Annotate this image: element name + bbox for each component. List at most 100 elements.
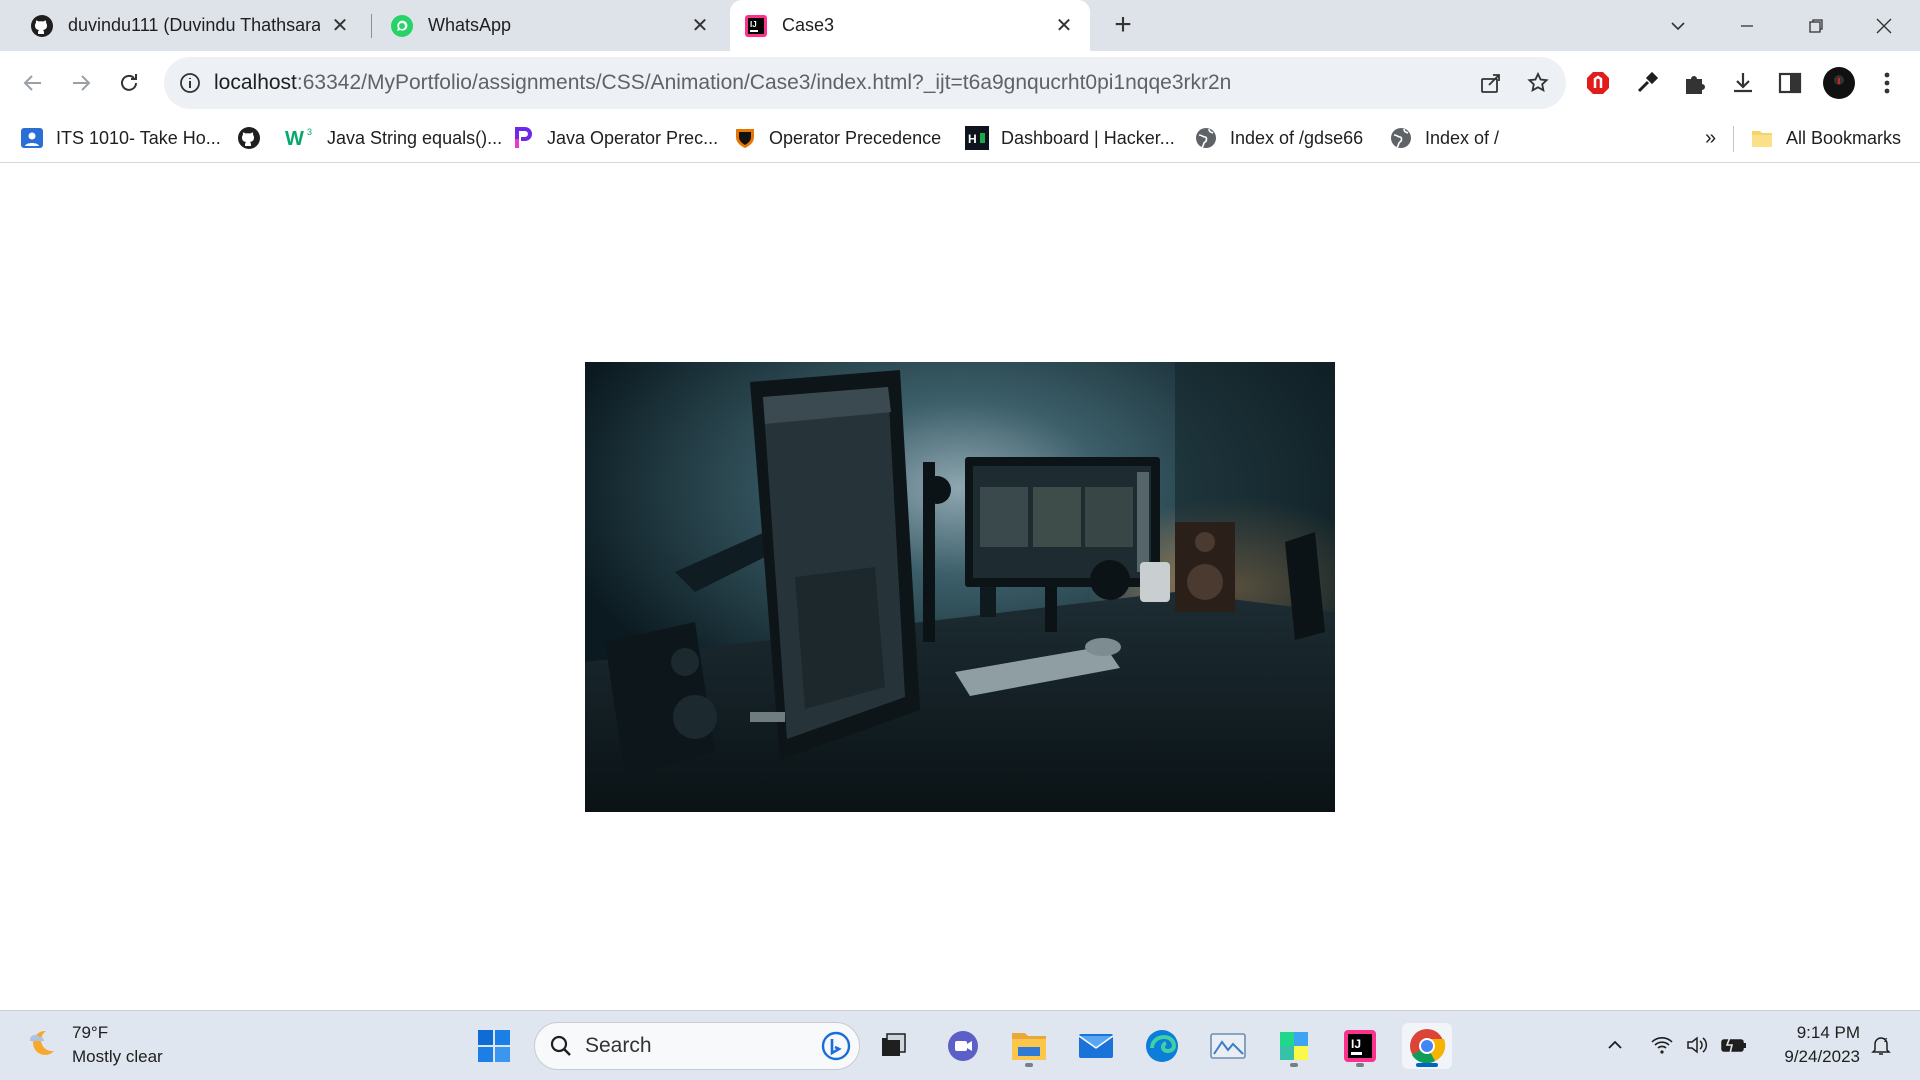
close-icon[interactable]: ✕ <box>1052 14 1076 38</box>
close-window-button[interactable] <box>1866 8 1902 44</box>
weather-temp: 79°F <box>72 1023 109 1042</box>
hackerrank-icon: H <box>965 126 989 150</box>
bookmark-github[interactable] <box>237 124 273 152</box>
eyedropper-extension-icon[interactable] <box>1628 64 1666 102</box>
bookmark-label: Operator Precedence <box>769 127 942 148</box>
url-text[interactable]: localhost:63342/MyPortfolio/assignments/… <box>214 71 1231 95</box>
princeton-icon <box>733 126 757 150</box>
bookmark-label: Index of / <box>1425 127 1500 148</box>
tab-strip: duvindu111 (Duvindu Thathsara) ✕ WhatsAp… <box>0 0 1920 51</box>
tab-divider <box>371 14 372 38</box>
close-icon[interactable]: ✕ <box>688 14 712 38</box>
site-info-icon[interactable] <box>178 71 202 95</box>
bookmark-label: Dashboard | Hacker... <box>1001 127 1175 148</box>
bookmark-index-root[interactable]: Index of / <box>1389 124 1499 152</box>
close-icon[interactable]: ✕ <box>328 14 352 38</box>
weather-description: Mostly clear <box>72 1047 163 1066</box>
bookmarks-divider <box>1733 126 1734 152</box>
browser-toolbar: localhost:63342/MyPortfolio/assignments/… <box>0 51 1920 114</box>
file-explorer-icon[interactable] <box>1006 1023 1052 1069</box>
running-indicator <box>1290 1063 1298 1067</box>
minimize-button[interactable] <box>1729 8 1765 44</box>
github-icon <box>30 14 54 38</box>
extensions-puzzle-icon[interactable] <box>1676 64 1714 102</box>
task-view-icon[interactable] <box>871 1023 917 1069</box>
search-icon <box>549 1034 573 1058</box>
teams-icon <box>20 126 44 150</box>
volume-icon[interactable] <box>1683 1027 1711 1063</box>
adblock-extension-icon[interactable] <box>1579 64 1617 102</box>
url-host: localhost <box>214 71 297 94</box>
taskbar-search[interactable]: Search <box>534 1022 860 1070</box>
globe-icon <box>1194 126 1218 150</box>
wifi-icon[interactable] <box>1648 1027 1676 1063</box>
weather-widget[interactable]: 79°F Mostly clear <box>24 1021 163 1069</box>
battery-icon[interactable] <box>1718 1027 1750 1063</box>
svg-text:IJ: IJ <box>1351 1037 1361 1051</box>
notification-bell-icon[interactable]: z <box>1866 1027 1896 1063</box>
svg-text:3: 3 <box>307 127 312 137</box>
start-button[interactable] <box>471 1023 517 1069</box>
all-bookmarks-label: All Bookmarks <box>1786 127 1902 148</box>
bookmarks-overflow-button[interactable]: » <box>1705 124 1716 152</box>
intellij-icon: IJ <box>744 14 768 38</box>
taskbar-clock[interactable]: 9:14 PM 9/24/2023 <box>1760 1021 1860 1069</box>
reload-button[interactable] <box>109 63 149 103</box>
active-indicator <box>1416 1063 1438 1067</box>
bookmark-its1010[interactable]: ITS 1010- Take Ho... <box>20 124 221 152</box>
bookmark-label: Java Operator Prec... <box>547 127 719 148</box>
forward-button[interactable] <box>61 63 101 103</box>
share-icon[interactable] <box>1472 64 1510 102</box>
whatsapp-icon <box>390 14 414 38</box>
bookmark-index-gdse66[interactable]: Index of /gdse66 <box>1194 124 1363 152</box>
page-content <box>0 164 1920 1010</box>
search-placeholder: Search <box>585 1034 652 1057</box>
bookmark-operator-precedence[interactable]: Operator Precedence <box>733 124 941 152</box>
clock-time: 9:14 PM <box>1796 1023 1860 1042</box>
browser-menu-icon[interactable] <box>1868 64 1906 102</box>
svg-text:H: H <box>968 132 977 146</box>
back-button[interactable] <box>13 63 53 103</box>
teams-chat-icon[interactable] <box>940 1023 986 1069</box>
bookmark-java-operator-prec[interactable]: Java Operator Prec... <box>511 124 718 152</box>
overflow-chevron-icon: » <box>1705 126 1717 149</box>
tab-title: duvindu111 (Duvindu Thathsara) <box>68 15 320 35</box>
photos-app-icon[interactable] <box>1205 1023 1251 1069</box>
svg-text:z: z <box>1884 1037 1888 1044</box>
new-tab-button[interactable]: + <box>1108 10 1138 41</box>
tab-case3[interactable]: IJ Case3 ✕ <box>730 0 1090 51</box>
side-panel-icon[interactable] <box>1771 64 1809 102</box>
bookmark-java-string-equals[interactable]: W3 Java String equals()... <box>285 124 502 152</box>
pycharm-icon[interactable] <box>1271 1023 1317 1069</box>
bookmarks-bar: ITS 1010- Take Ho... W3 Java String equa… <box>0 114 1920 163</box>
running-indicator <box>1025 1063 1033 1067</box>
tab-whatsapp[interactable]: WhatsApp ✕ <box>376 0 726 51</box>
tab-github[interactable]: duvindu111 (Duvindu Thathsara) ✕ <box>16 0 366 51</box>
svg-text:IJ: IJ <box>750 20 757 29</box>
github-icon <box>237 126 261 150</box>
folder-icon <box>1750 126 1774 150</box>
taskbar: 79°F Mostly clear Search IJ 9:14 PM 9/24… <box>0 1010 1920 1080</box>
bing-icon <box>821 1031 851 1061</box>
running-indicator <box>1356 1063 1364 1067</box>
weather-moon-icon <box>24 1025 60 1066</box>
tab-title: Case3 <box>782 15 835 35</box>
chrome-taskbar-icon[interactable] <box>1402 1023 1452 1069</box>
restore-button[interactable] <box>1798 8 1834 44</box>
mail-icon[interactable] <box>1073 1023 1119 1069</box>
svg-text:W: W <box>285 128 304 150</box>
url-path: :63342/MyPortfolio/assignments/CSS/Anima… <box>296 71 1232 94</box>
bookmark-star-icon[interactable] <box>1519 64 1557 102</box>
profile-avatar[interactable] <box>1820 64 1858 102</box>
all-bookmarks-button[interactable]: All Bookmarks <box>1750 124 1901 152</box>
address-bar[interactable]: localhost:63342/MyPortfolio/assignments/… <box>164 57 1566 109</box>
desk-setup-image <box>585 362 1335 812</box>
bookmark-label: Java String equals()... <box>327 127 503 148</box>
show-hidden-icons-chevron-icon[interactable] <box>1602 1027 1628 1063</box>
bookmark-label: Index of /gdse66 <box>1230 127 1364 148</box>
tab-search-chevron-icon[interactable] <box>1660 8 1696 44</box>
bookmark-hackerrank[interactable]: H Dashboard | Hacker... <box>965 124 1175 152</box>
intellij-taskbar-icon[interactable]: IJ <box>1337 1023 1383 1069</box>
edge-browser-icon[interactable] <box>1139 1023 1185 1069</box>
download-icon[interactable] <box>1724 64 1762 102</box>
